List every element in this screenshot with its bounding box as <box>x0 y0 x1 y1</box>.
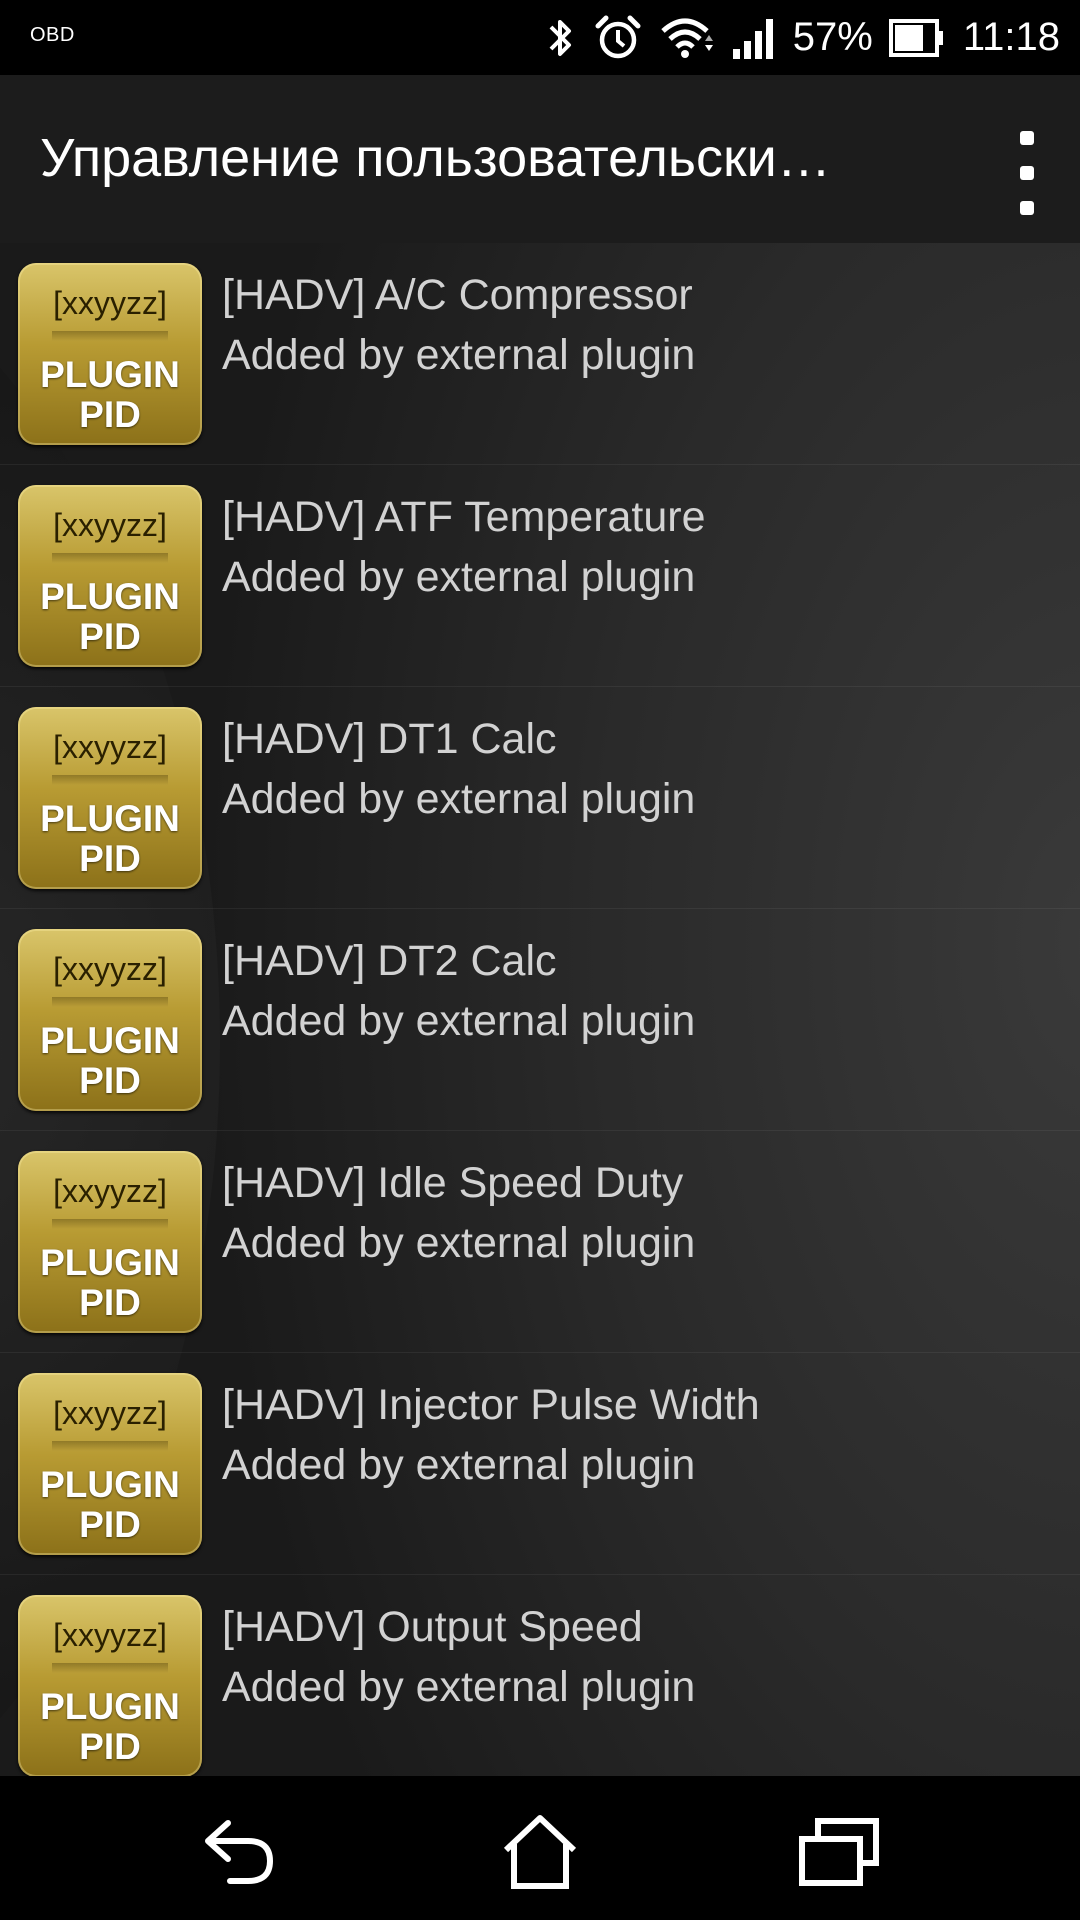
status-carrier: OBD <box>30 24 75 46</box>
more-vert-icon[interactable] <box>1004 123 1050 223</box>
signal-icon <box>731 15 777 61</box>
badge-pid-label: PID <box>79 1060 141 1101</box>
list-item[interactable]: [xxyyzz] PLUGIN PID [HADV] Injector Puls… <box>0 1353 1080 1575</box>
recents-icon[interactable] <box>795 1812 885 1892</box>
badge-plugin-label: PLUGIN <box>40 1686 180 1727</box>
back-icon[interactable] <box>195 1812 285 1892</box>
badge-code: [xxyyzz] <box>18 951 202 1007</box>
badge-plugin-label: PLUGIN <box>40 1242 180 1283</box>
badge-code: [xxyyzz] <box>18 1395 202 1451</box>
item-title: [HADV] Output Speed <box>222 1603 643 1651</box>
item-subtitle: Added by external plugin <box>222 331 696 379</box>
item-title: [HADV] DT1 Calc <box>222 715 557 763</box>
alarm-icon <box>593 14 643 62</box>
item-title: [HADV] Injector Pulse Width <box>222 1381 760 1429</box>
app-bar: Управление пользовательски… <box>0 75 1080 243</box>
plugin-pid-icon: [xxyyzz] PLUGIN PID <box>18 485 202 667</box>
status-time: 11:18 <box>962 15 1060 59</box>
badge-pid-label: PID <box>79 1504 141 1545</box>
item-title: [HADV] Idle Speed Duty <box>222 1159 684 1207</box>
plugin-pid-icon: [xxyyzz] PLUGIN PID <box>18 707 202 889</box>
badge-plugin-label: PLUGIN <box>40 1020 180 1061</box>
battery-percent: 57% <box>792 15 873 59</box>
page-title: Управление пользовательски… <box>40 128 831 188</box>
overflow-dot <box>1020 201 1034 215</box>
plugin-pid-icon: [xxyyzz] PLUGIN PID <box>18 1373 202 1555</box>
badge-code: [xxyyzz] <box>18 1173 202 1229</box>
item-title: [HADV] DT2 Calc <box>222 937 557 985</box>
badge-code: [xxyyzz] <box>18 1617 202 1673</box>
overflow-dot <box>1020 166 1034 180</box>
item-subtitle: Added by external plugin <box>222 1663 696 1711</box>
badge-plugin-label: PLUGIN <box>40 576 180 617</box>
pid-list[interactable]: [xxyyzz] PLUGIN PID [HADV] A/C Compresso… <box>0 243 1080 1776</box>
home-icon[interactable] <box>495 1812 585 1892</box>
list-item[interactable]: [xxyyzz] PLUGIN PID [HADV] Output Speed … <box>0 1575 1080 1776</box>
status-icons: 57% 11:18 <box>543 0 1060 75</box>
badge-plugin-label: PLUGIN <box>40 798 180 839</box>
plugin-pid-icon: [xxyyzz] PLUGIN PID <box>18 263 202 445</box>
badge-pid-label: PID <box>79 1282 141 1323</box>
plugin-pid-icon: [xxyyzz] PLUGIN PID <box>18 1595 202 1776</box>
badge-plugin-label: PLUGIN <box>40 354 180 395</box>
badge-plugin-label: PLUGIN <box>40 1464 180 1505</box>
navigation-bar <box>0 1776 1080 1920</box>
overflow-dot <box>1020 131 1034 145</box>
item-subtitle: Added by external plugin <box>222 775 696 823</box>
badge-code: [xxyyzz] <box>18 507 202 563</box>
item-subtitle: Added by external plugin <box>222 997 696 1045</box>
list-item[interactable]: [xxyyzz] PLUGIN PID [HADV] ATF Temperatu… <box>0 465 1080 687</box>
item-subtitle: Added by external plugin <box>222 1219 696 1267</box>
item-title: [HADV] A/C Compressor <box>222 271 693 319</box>
battery-icon <box>888 17 947 59</box>
item-title: [HADV] ATF Temperature <box>222 493 706 541</box>
bluetooth-icon <box>543 15 577 61</box>
plugin-pid-icon: [xxyyzz] PLUGIN PID <box>18 929 202 1111</box>
status-bar: OBD 57% 11:18 <box>0 0 1080 75</box>
list-item[interactable]: [xxyyzz] PLUGIN PID [HADV] DT1 Calc Adde… <box>0 687 1080 909</box>
item-subtitle: Added by external plugin <box>222 1441 696 1489</box>
badge-pid-label: PID <box>79 838 141 879</box>
badge-pid-label: PID <box>79 616 141 657</box>
wifi-icon <box>659 15 715 61</box>
list-item[interactable]: [xxyyzz] PLUGIN PID [HADV] DT2 Calc Adde… <box>0 909 1080 1131</box>
item-subtitle: Added by external plugin <box>222 553 696 601</box>
badge-code: [xxyyzz] <box>18 729 202 785</box>
badge-pid-label: PID <box>79 1726 141 1767</box>
list-item[interactable]: [xxyyzz] PLUGIN PID [HADV] A/C Compresso… <box>0 243 1080 465</box>
badge-pid-label: PID <box>79 394 141 435</box>
badge-code: [xxyyzz] <box>18 285 202 341</box>
list-item[interactable]: [xxyyzz] PLUGIN PID [HADV] Idle Speed Du… <box>0 1131 1080 1353</box>
plugin-pid-icon: [xxyyzz] PLUGIN PID <box>18 1151 202 1333</box>
